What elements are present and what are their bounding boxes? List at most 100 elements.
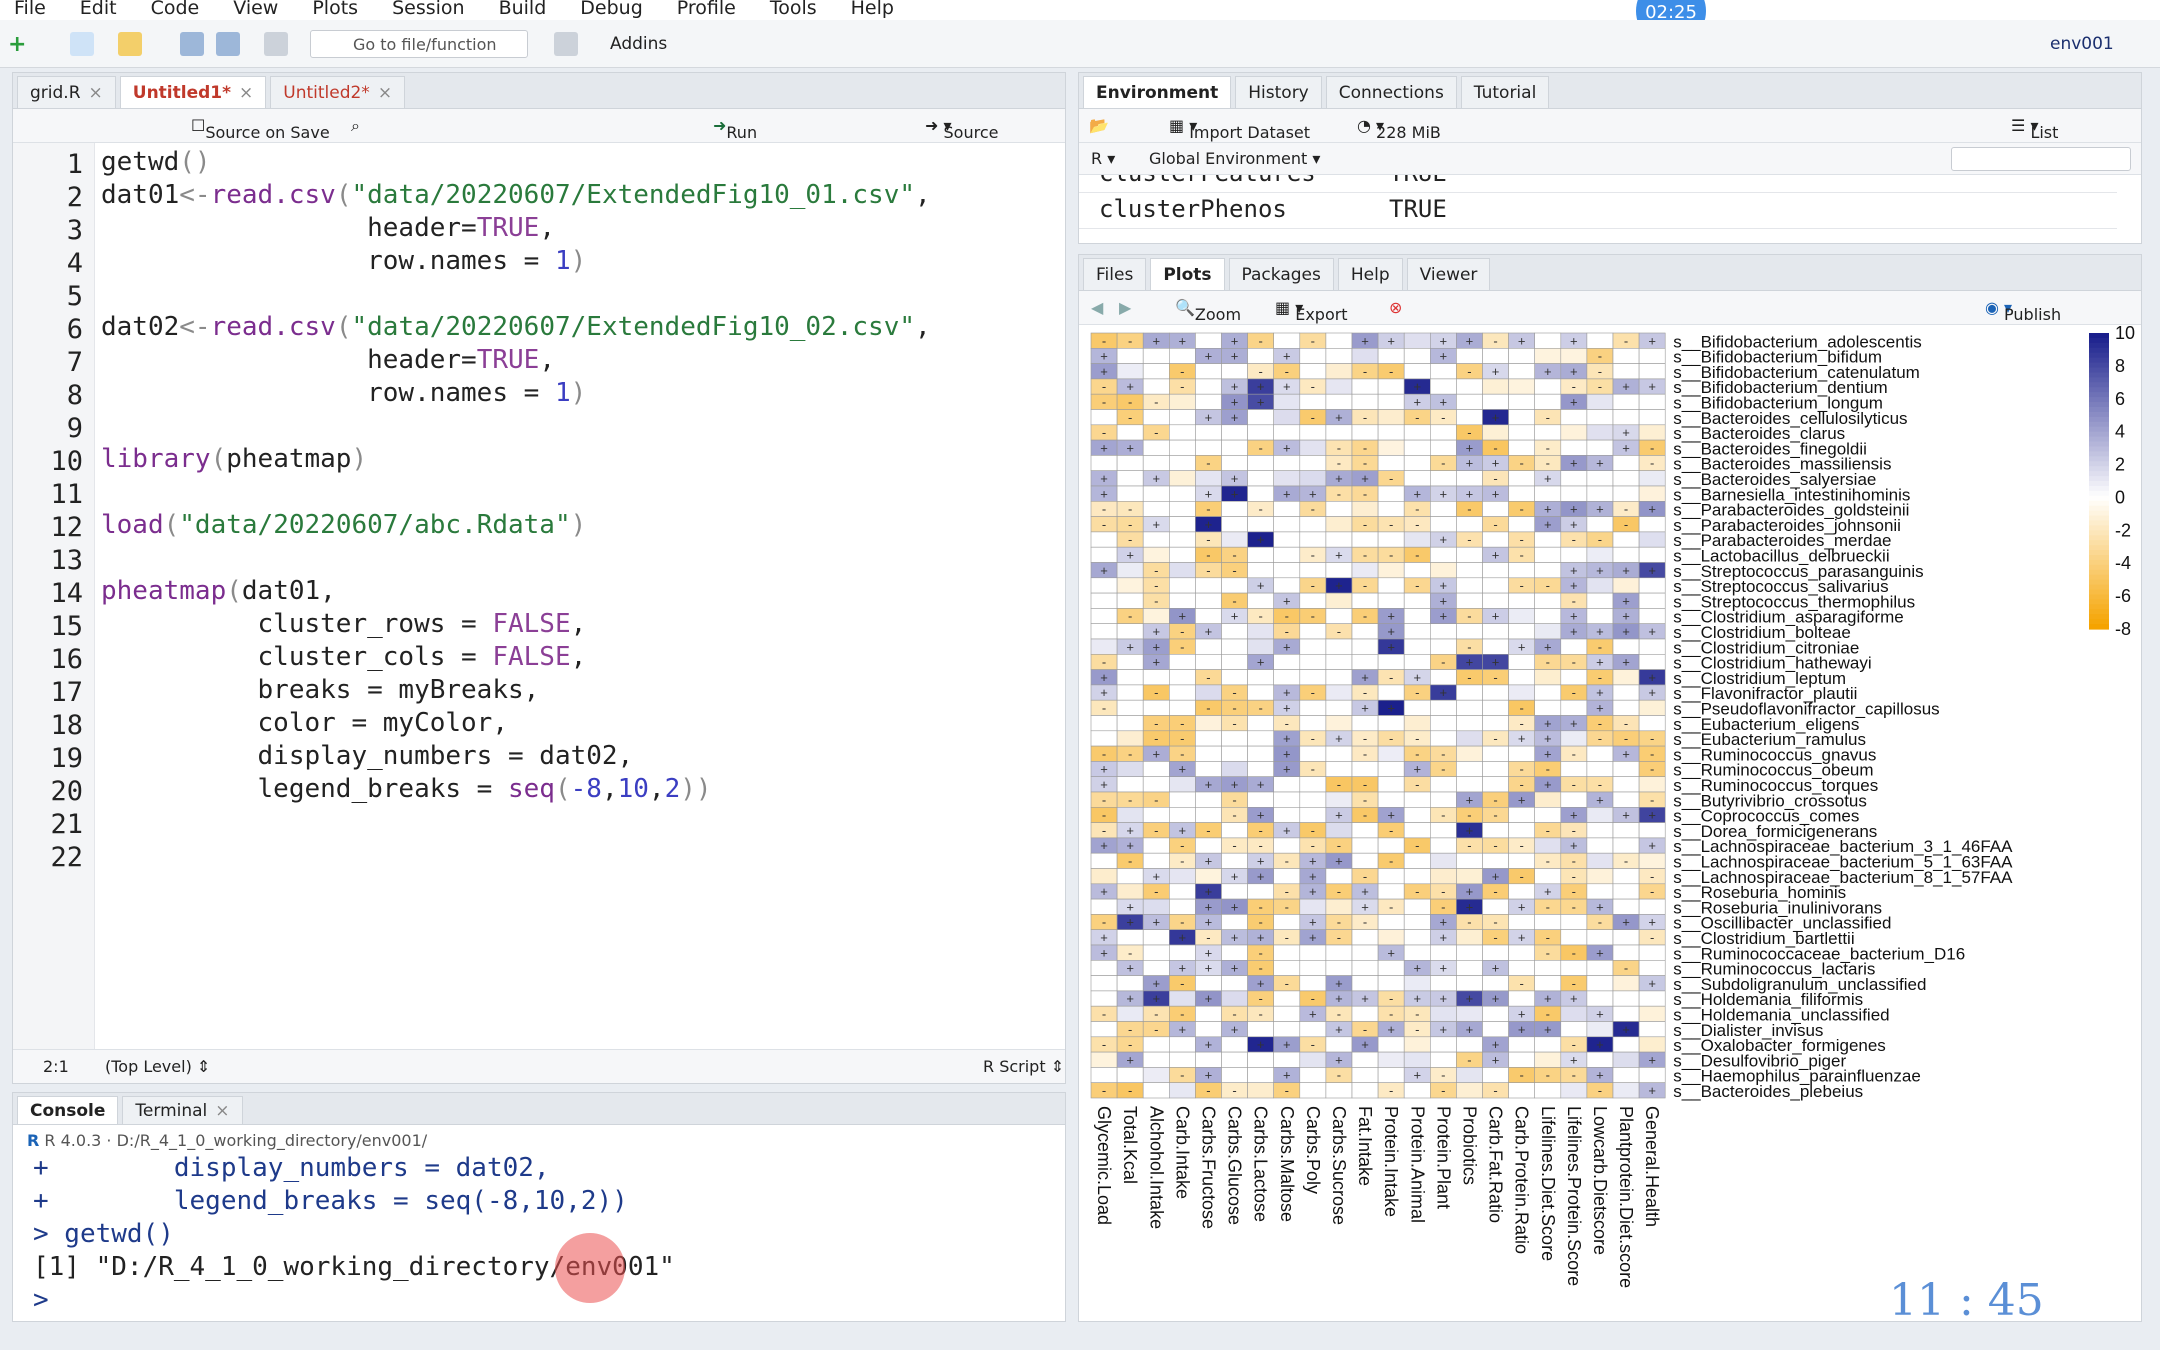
- code-line[interactable]: load("data/20220607/abc.Rdata"): [101, 510, 586, 540]
- search-icon[interactable]: ⌕: [351, 116, 360, 136]
- menu-item-file[interactable]: File: [14, 0, 46, 18]
- cell-sign: -: [1546, 456, 1550, 471]
- code-line[interactable]: legend_breaks = seq(-8,10,2)): [101, 774, 712, 804]
- menu-item-profile[interactable]: Profile: [677, 0, 736, 18]
- cell-sign: -: [1232, 685, 1236, 700]
- code-line[interactable]: dat01<-read.csv("data/20220607/ExtendedF…: [101, 180, 931, 210]
- code-line[interactable]: cluster_cols = FALSE,: [101, 642, 587, 672]
- scope-menu[interactable]: (Top Level) ⇕: [105, 1057, 210, 1076]
- tab-environment[interactable]: Environment: [1083, 76, 1232, 108]
- tab-help[interactable]: Help: [1337, 258, 1403, 290]
- tab-plots[interactable]: Plots: [1150, 258, 1225, 290]
- source-button[interactable]: ➜ Source ▾: [925, 116, 998, 142]
- menu-item-plots[interactable]: Plots: [312, 0, 358, 18]
- close-icon[interactable]: ×: [89, 83, 103, 103]
- env-row[interactable]: clusterFeatures TRUE: [1079, 175, 2117, 193]
- menu-item-debug[interactable]: Debug: [580, 0, 642, 18]
- new-project-icon[interactable]: [70, 32, 94, 56]
- cell-sign: +: [1257, 395, 1265, 410]
- tab-untitled1[interactable]: Untitled1* ×: [119, 76, 267, 108]
- heatmap-cell: [1377, 837, 1405, 854]
- menu-item-edit[interactable]: Edit: [80, 0, 117, 18]
- tab-packages[interactable]: Packages: [1228, 258, 1334, 290]
- menu-item-tools[interactable]: Tools: [770, 0, 817, 18]
- heatmap-cell: [1456, 592, 1483, 609]
- cell-sign: -: [1546, 762, 1550, 777]
- legend-swatch: [2089, 461, 2109, 467]
- tab-terminal[interactable]: Terminal ×: [122, 1096, 243, 1124]
- heatmap-cell: [1169, 806, 1196, 823]
- back-arrow-icon[interactable]: ◀: [1091, 298, 1103, 317]
- code-line[interactable]: color = myColor,: [101, 708, 508, 738]
- heatmap-cell: [1638, 653, 1666, 670]
- publish-button[interactable]: ◉ Publish ▾: [1985, 298, 2061, 324]
- tab-untitled2[interactable]: Untitled2* ×: [270, 76, 406, 108]
- tab-history[interactable]: History: [1235, 76, 1322, 108]
- forward-arrow-icon[interactable]: ▶: [1119, 298, 1131, 317]
- filetype-menu[interactable]: R Script ⇕: [983, 1057, 1064, 1076]
- remove-plot-icon[interactable]: ⊗: [1389, 298, 1402, 317]
- menu-item-session[interactable]: Session: [392, 0, 465, 18]
- code-line[interactable]: cluster_rows = FALSE,: [101, 609, 587, 639]
- env-search-input[interactable]: [1951, 147, 2131, 171]
- tab-connections[interactable]: Connections: [1325, 76, 1457, 108]
- legend-tick-label: 8: [2115, 356, 2125, 376]
- cell-sign: -: [1572, 1068, 1576, 1083]
- tab-files[interactable]: Files: [1083, 258, 1147, 290]
- save-all-icon[interactable]: [216, 32, 240, 56]
- export-button[interactable]: ▦ Export ▾: [1275, 298, 1348, 324]
- menu-item-build[interactable]: Build: [499, 0, 547, 18]
- close-icon[interactable]: ×: [378, 83, 392, 103]
- code-line[interactable]: row.names = 1): [101, 246, 586, 276]
- code-line[interactable]: row.names = 1): [101, 378, 586, 408]
- grid-layout-icon[interactable]: [554, 32, 578, 56]
- menu-item-help[interactable]: Help: [851, 0, 894, 18]
- env-row[interactable]: clusterPhenos TRUE: [1079, 195, 2117, 229]
- heatmap-cell: [1195, 684, 1222, 701]
- print-icon[interactable]: [264, 32, 288, 56]
- code-line[interactable]: breaks = myBreaks,: [101, 675, 540, 705]
- code-line[interactable]: header=TRUE,: [101, 213, 555, 243]
- heatmap-cell: [1403, 653, 1431, 670]
- cell-sign: -: [1441, 808, 1445, 823]
- cell-sign: +: [1440, 333, 1448, 348]
- tab-label: Untitled2*: [283, 83, 370, 103]
- heatmap-cell: [1403, 1036, 1431, 1053]
- close-icon[interactable]: ×: [215, 1101, 229, 1121]
- open-folder-icon[interactable]: [118, 32, 142, 56]
- code-line[interactable]: library(pheatmap): [101, 444, 367, 474]
- heatmap-cell: [1612, 975, 1640, 992]
- code-line[interactable]: dat02<-read.csv("data/20220607/ExtendedF…: [101, 312, 931, 342]
- import-dataset-button[interactable]: ▦ Import Dataset ▾: [1169, 116, 1310, 142]
- save-icon[interactable]: [180, 32, 204, 56]
- zoom-button[interactable]: 🔍 Zoom: [1175, 298, 1241, 324]
- memory-usage[interactable]: ◔ 228 MiB ▾: [1357, 116, 1441, 142]
- tab-viewer[interactable]: Viewer: [1406, 258, 1491, 290]
- menu-item-view[interactable]: View: [233, 0, 278, 18]
- heatmap-cell: [1221, 852, 1248, 869]
- new-file-icon[interactable]: +: [8, 32, 32, 57]
- source-on-save-checkbox[interactable]: ☐ Source on Save: [191, 116, 330, 142]
- menu-item-code[interactable]: Code: [151, 0, 200, 18]
- scope-env-menu[interactable]: Global Environment ▾: [1149, 149, 1320, 168]
- close-icon[interactable]: ×: [239, 83, 253, 103]
- cell-sign: -: [1493, 808, 1497, 823]
- addins-menu[interactable]: Addins: [610, 34, 667, 54]
- code-line[interactable]: pheatmap(dat01,: [101, 576, 336, 606]
- language-menu[interactable]: R ▾: [1091, 149, 1115, 168]
- column-label: Lifelines.Protein.Score: [1564, 1106, 1584, 1286]
- tab-grid-r[interactable]: grid.R ×: [17, 76, 116, 108]
- cell-sign: -: [1493, 915, 1497, 930]
- project-menu[interactable]: env001: [2050, 34, 2114, 54]
- code-line[interactable]: getwd(): [101, 147, 211, 177]
- tab-tutorial[interactable]: Tutorial: [1460, 76, 1550, 108]
- goto-file-input[interactable]: Go to file/function: [310, 30, 528, 58]
- open-folder-icon[interactable]: 📂: [1089, 116, 1109, 135]
- cell-sign: +: [1231, 379, 1239, 394]
- code-line[interactable]: display_numbers = dat02,: [101, 741, 634, 771]
- cell-sign: -: [1363, 456, 1367, 471]
- code-line[interactable]: header=TRUE,: [101, 345, 555, 375]
- list-view-button[interactable]: ☰ List ▾: [2011, 116, 2058, 142]
- tab-console[interactable]: Console: [17, 1096, 119, 1124]
- run-button[interactable]: ➜ Run: [713, 116, 757, 142]
